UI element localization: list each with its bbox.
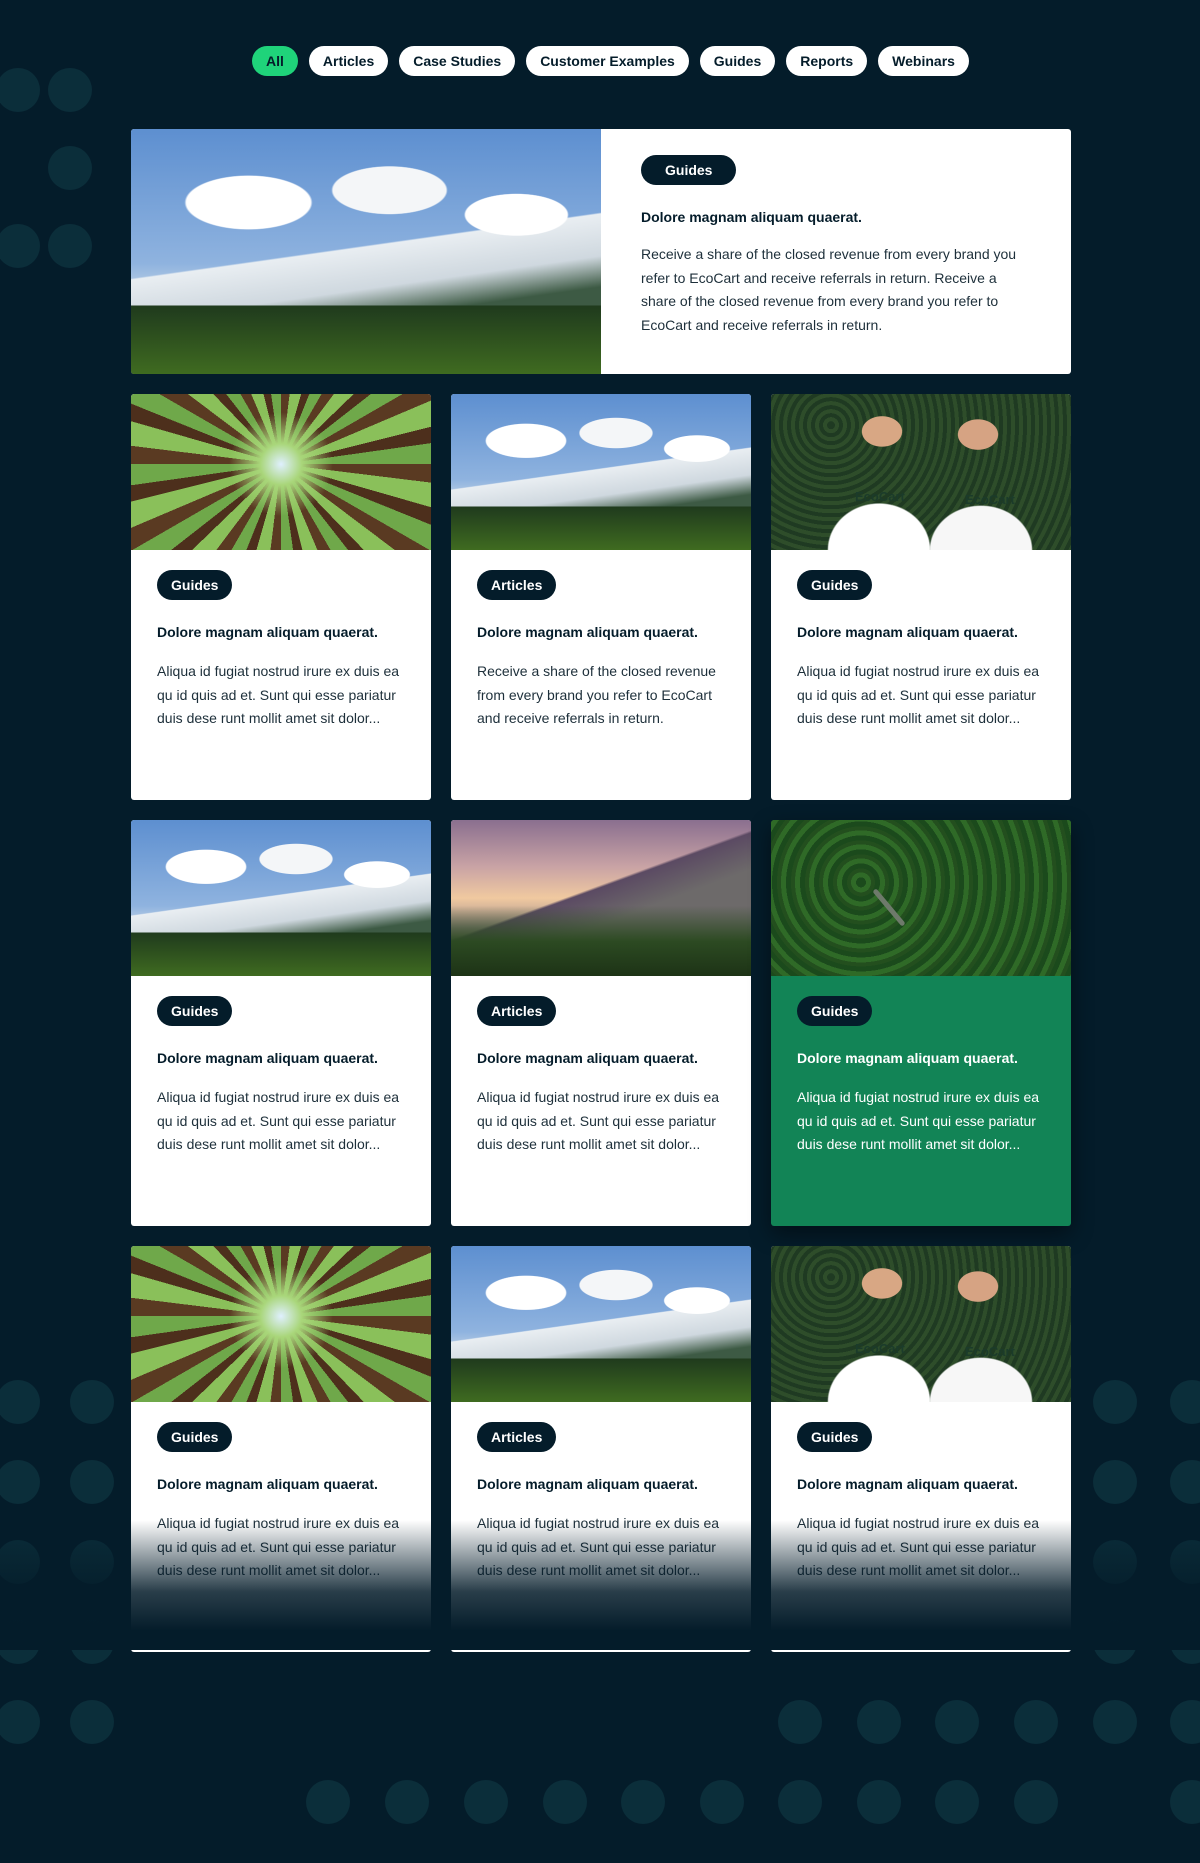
resource-card-highlighted[interactable]: Guides Dolore magnam aliquam quaerat. Al… [771,820,1071,1226]
card-tag[interactable]: Guides [797,996,873,1026]
card-description: Aliqua id fugiat nostrud irure ex duis e… [797,663,1040,726]
card-tag[interactable]: Articles [477,996,557,1026]
card-tag[interactable]: Guides [797,570,873,600]
card-tag[interactable]: Guides [797,1422,873,1452]
featured-card[interactable]: Guides Dolore magnam aliquam quaerat. Re… [131,129,1071,374]
card-image [451,1246,751,1402]
card-title[interactable]: Dolore magnam aliquam quaerat. [797,1476,1045,1492]
filter-articles[interactable]: Articles [308,46,389,76]
resource-card[interactable]: Guides Dolore magnam aliquam quaerat. Al… [131,1246,431,1652]
card-image [131,394,431,550]
card-title[interactable]: Dolore magnam aliquam quaerat. [797,624,1045,640]
card-tag[interactable]: Articles [477,1422,557,1452]
card-title[interactable]: Dolore magnam aliquam quaerat. [477,1050,725,1066]
card-tag[interactable]: Guides [157,996,233,1026]
card-description: Aliqua id fugiat nostrud irure ex duis e… [477,1515,720,1578]
card-image: EcoCart EcoCart [771,1246,1071,1402]
card-image [131,1246,431,1402]
filter-case-studies[interactable]: Case Studies [399,46,516,76]
resource-card[interactable]: EcoCart EcoCart Guides Dolore magnam ali… [771,394,1071,800]
resource-card[interactable]: Guides Dolore magnam aliquam quaerat. Al… [131,820,431,1226]
card-image [451,394,751,550]
resource-card[interactable]: Articles Dolore magnam aliquam quaerat. … [451,1246,751,1652]
card-title[interactable]: Dolore magnam aliquam quaerat. [157,624,405,640]
featured-tag[interactable]: Guides [641,155,737,185]
filter-all[interactable]: All [252,46,298,76]
featured-title[interactable]: Dolore magnam aliquam quaerat. [641,209,1031,225]
card-description: Aliqua id fugiat nostrud irure ex duis e… [157,663,400,726]
resource-card[interactable]: Articles Dolore magnam aliquam quaerat. … [451,820,751,1226]
filter-guides[interactable]: Guides [699,46,776,76]
shirt-logo-text: EcoCart [965,492,1015,507]
card-image [451,820,751,976]
category-filter-bar: All Articles Case Studies Customer Examp… [252,46,969,76]
resource-card[interactable]: EcoCart EcoCart Guides Dolore magnam ali… [771,1246,1071,1652]
filter-reports[interactable]: Reports [786,46,868,76]
card-title[interactable]: Dolore magnam aliquam quaerat. [157,1050,405,1066]
card-description: Aliqua id fugiat nostrud irure ex duis e… [797,1515,1040,1578]
card-description: Aliqua id fugiat nostrud irure ex duis e… [477,1089,720,1152]
card-image [131,820,431,976]
card-title[interactable]: Dolore magnam aliquam quaerat. [477,1476,725,1492]
card-title[interactable]: Dolore magnam aliquam quaerat. [797,1050,1045,1066]
resource-card[interactable]: Articles Dolore magnam aliquam quaerat. … [451,394,751,800]
card-description: Aliqua id fugiat nostrud irure ex duis e… [797,1089,1040,1152]
filter-webinars[interactable]: Webinars [878,46,969,76]
card-tag[interactable]: Guides [157,1422,233,1452]
resource-card[interactable]: Guides Dolore magnam aliquam quaerat. Al… [131,394,431,800]
card-title[interactable]: Dolore magnam aliquam quaerat. [157,1476,405,1492]
card-image: EcoCart EcoCart [771,394,1071,550]
featured-description: Receive a share of the closed revenue fr… [641,246,1017,333]
filter-customer-examples[interactable]: Customer Examples [526,46,689,76]
shirt-logo-text: EcoCart [855,489,905,504]
card-description: Aliqua id fugiat nostrud irure ex duis e… [157,1089,400,1152]
card-description: Aliqua id fugiat nostrud irure ex duis e… [157,1515,400,1578]
shirt-logo-text: EcoCart [965,1344,1015,1359]
card-tag[interactable]: Articles [477,570,557,600]
card-title[interactable]: Dolore magnam aliquam quaerat. [477,624,725,640]
shirt-logo-text: EcoCart [855,1341,905,1356]
card-tag[interactable]: Guides [157,570,233,600]
card-image [771,820,1071,976]
featured-image [131,129,601,374]
card-description: Receive a share of the closed revenue fr… [477,663,716,726]
